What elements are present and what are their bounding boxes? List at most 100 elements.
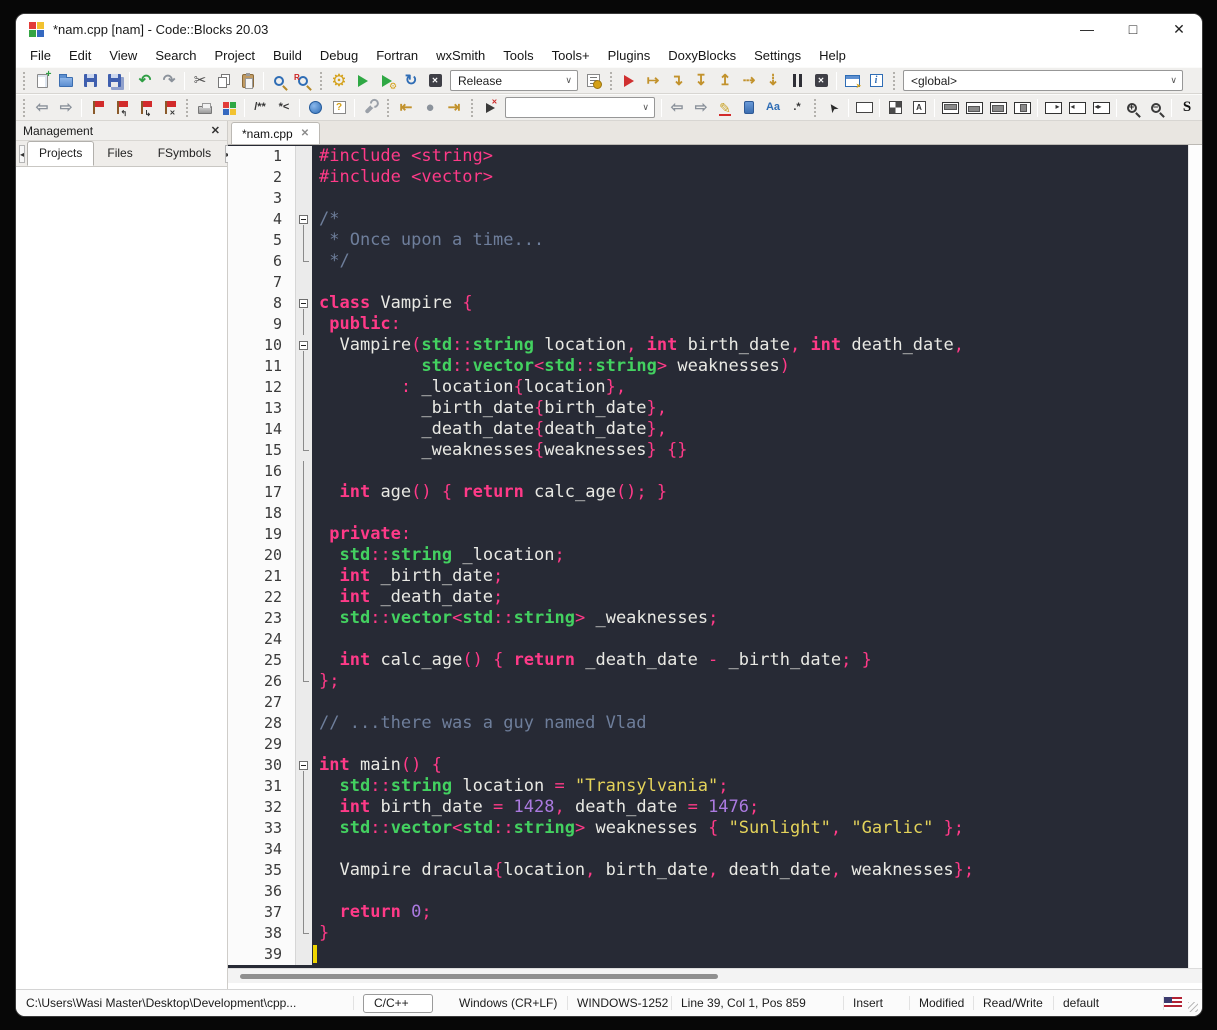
debug-stop-button[interactable] — [809, 69, 833, 92]
menu-build[interactable]: Build — [264, 46, 311, 65]
toolbar-grip[interactable] — [812, 99, 818, 117]
wxsmith-c-button[interactable]: C — [1199, 96, 1202, 119]
undo-button[interactable]: ↶ — [133, 69, 157, 92]
editor-tab-nam-cpp[interactable]: *nam.cpp ✕ — [231, 122, 320, 144]
nav-back-button[interactable]: ⇦ — [30, 96, 54, 119]
incsearch-clear-button[interactable] — [478, 96, 502, 119]
code-line-26[interactable]: 26}; — [228, 671, 1188, 692]
code-line-6[interactable]: 6 */ — [228, 251, 1188, 272]
status-language-mode[interactable]: C/C++ — [354, 994, 450, 1013]
code-line-2[interactable]: 2#include <vector> — [228, 167, 1188, 188]
close-icon[interactable]: ✕ — [301, 128, 309, 139]
toolbar-grip[interactable] — [385, 99, 391, 117]
expand-both-button[interactable] — [1089, 96, 1113, 119]
toolbar-grip[interactable] — [318, 72, 324, 90]
code-line-35[interactable]: 35 Vampire dracula{location, birth_date,… — [228, 860, 1188, 881]
find-button[interactable] — [267, 69, 291, 92]
abort-build-button[interactable] — [423, 69, 447, 92]
run-to-cursor-button[interactable]: ↦ — [641, 69, 665, 92]
code-line-33[interactable]: 33 std::vector<std::string> weaknesses {… — [228, 818, 1188, 839]
copy-button[interactable] — [212, 69, 236, 92]
build-target-select[interactable]: Release∨ — [450, 70, 578, 91]
fold-margin[interactable] — [296, 755, 312, 776]
save-file-button[interactable] — [78, 69, 102, 92]
toolbar-grip[interactable] — [891, 72, 897, 90]
management-tab-fsymbols[interactable]: FSymbols — [146, 141, 223, 166]
doxy-run-chm-button[interactable] — [327, 96, 351, 119]
build-and-run-button[interactable] — [375, 69, 399, 92]
code-line-23[interactable]: 23 std::vector<std::string> _weaknesses; — [228, 608, 1188, 629]
close-icon[interactable]: ✕ — [211, 124, 220, 137]
code-line-21[interactable]: 21 int _birth_date; — [228, 566, 1188, 587]
chevron-down-icon[interactable]: ∨ — [1170, 75, 1177, 86]
wxsmith-pointer-button[interactable]: ➤ — [821, 96, 845, 119]
toolbar-grip[interactable] — [469, 99, 475, 117]
match-prev-button[interactable]: ⇦ — [665, 96, 689, 119]
nav-forward-button[interactable]: ⇨ — [54, 96, 78, 119]
management-tab-projects[interactable]: Projects — [27, 141, 94, 166]
incsearch-prev-button[interactable]: ⇤ — [394, 96, 418, 119]
code-line-29[interactable]: 29 — [228, 734, 1188, 755]
match-next-button[interactable]: ⇨ — [689, 96, 713, 119]
code-line-15[interactable]: 15 _weaknesses{weaknesses} {} — [228, 440, 1188, 461]
close-button[interactable]: ✕ — [1156, 21, 1202, 38]
scope-select[interactable]: <global>∨ — [903, 70, 1183, 91]
code-line-39[interactable]: 39 — [228, 944, 1188, 965]
wxsmith-grid-button[interactable] — [883, 96, 907, 119]
zoom-in-button[interactable] — [1120, 96, 1144, 119]
code-line-12[interactable]: 12 : _location{location}, — [228, 377, 1188, 398]
menu-file[interactable]: File — [21, 46, 60, 65]
code-line-19[interactable]: 19 private: — [228, 524, 1188, 545]
code-line-8[interactable]: 8class Vampire { — [228, 293, 1188, 314]
sizer-border-left-button[interactable] — [986, 96, 1010, 119]
sizer-border-top-button[interactable] — [938, 96, 962, 119]
code-line-14[interactable]: 14 _death_date{death_date}, — [228, 419, 1188, 440]
menu-tools[interactable]: Tools — [494, 46, 542, 65]
menu-settings[interactable]: Settings — [745, 46, 810, 65]
code-line-28[interactable]: 28// ...there was a guy named Vlad — [228, 713, 1188, 734]
cut-button[interactable]: ✂ — [188, 69, 212, 92]
doxy-run-html-button[interactable] — [303, 96, 327, 119]
clear-bookmarks-button[interactable] — [157, 96, 181, 119]
code-line-9[interactable]: 9 public: — [228, 314, 1188, 335]
menu-view[interactable]: View — [100, 46, 146, 65]
paste-button[interactable] — [236, 69, 260, 92]
doxyblocks-wizard-button[interactable] — [217, 96, 241, 119]
code-line-5[interactable]: 5 * Once upon a time... — [228, 230, 1188, 251]
menu-project[interactable]: Project — [206, 46, 264, 65]
redo-button[interactable]: ↷ — [157, 69, 181, 92]
code-line-17[interactable]: 17 int age() { return calc_age(); } — [228, 482, 1188, 503]
rebuild-button[interactable]: ↻ — [399, 69, 423, 92]
build-options-button[interactable] — [581, 69, 605, 92]
menu-edit[interactable]: Edit — [60, 46, 100, 65]
minimize-button[interactable]: — — [1064, 21, 1110, 38]
code-line-24[interactable]: 24 — [228, 629, 1188, 650]
fold-margin[interactable] — [296, 293, 312, 314]
save-all-button[interactable] — [102, 69, 126, 92]
tabs-scroll-left[interactable]: ◂ — [19, 145, 25, 163]
code-line-34[interactable]: 34 — [228, 839, 1188, 860]
debug-info-button[interactable] — [864, 69, 888, 92]
doxy-line-comment-button[interactable]: *< — [272, 96, 296, 119]
code-line-25[interactable]: 25 int calc_age() { return _death_date -… — [228, 650, 1188, 671]
wxsmith-window-button[interactable] — [852, 96, 876, 119]
build-button[interactable]: ⚙ — [327, 69, 351, 92]
run-button[interactable] — [351, 69, 375, 92]
code-line-27[interactable]: 27 — [228, 692, 1188, 713]
menu-search[interactable]: Search — [146, 46, 205, 65]
code-line-32[interactable]: 32 int birth_date = 1428, death_date = 1… — [228, 797, 1188, 818]
code-line-3[interactable]: 3 — [228, 188, 1188, 209]
chevron-down-icon[interactable]: ∨ — [565, 75, 572, 86]
incsearch-input[interactable]: ∨ — [505, 97, 655, 118]
sizer-border-bottom-button[interactable] — [962, 96, 986, 119]
wxsmith-s-button[interactable]: S — [1175, 96, 1199, 119]
code-line-38[interactable]: 38} — [228, 923, 1188, 944]
expand-right-button[interactable] — [1041, 96, 1065, 119]
use-regex-button[interactable]: .* — [785, 96, 809, 119]
chevron-down-icon[interactable]: ∨ — [642, 102, 649, 113]
code-line-20[interactable]: 20 std::string _location; — [228, 545, 1188, 566]
menu-doxyblocks[interactable]: DoxyBlocks — [659, 46, 745, 65]
prev-bookmark-button[interactable] — [109, 96, 133, 119]
doxy-block-comment-button[interactable]: /** — [248, 96, 272, 119]
management-tab-files[interactable]: Files — [95, 141, 144, 166]
